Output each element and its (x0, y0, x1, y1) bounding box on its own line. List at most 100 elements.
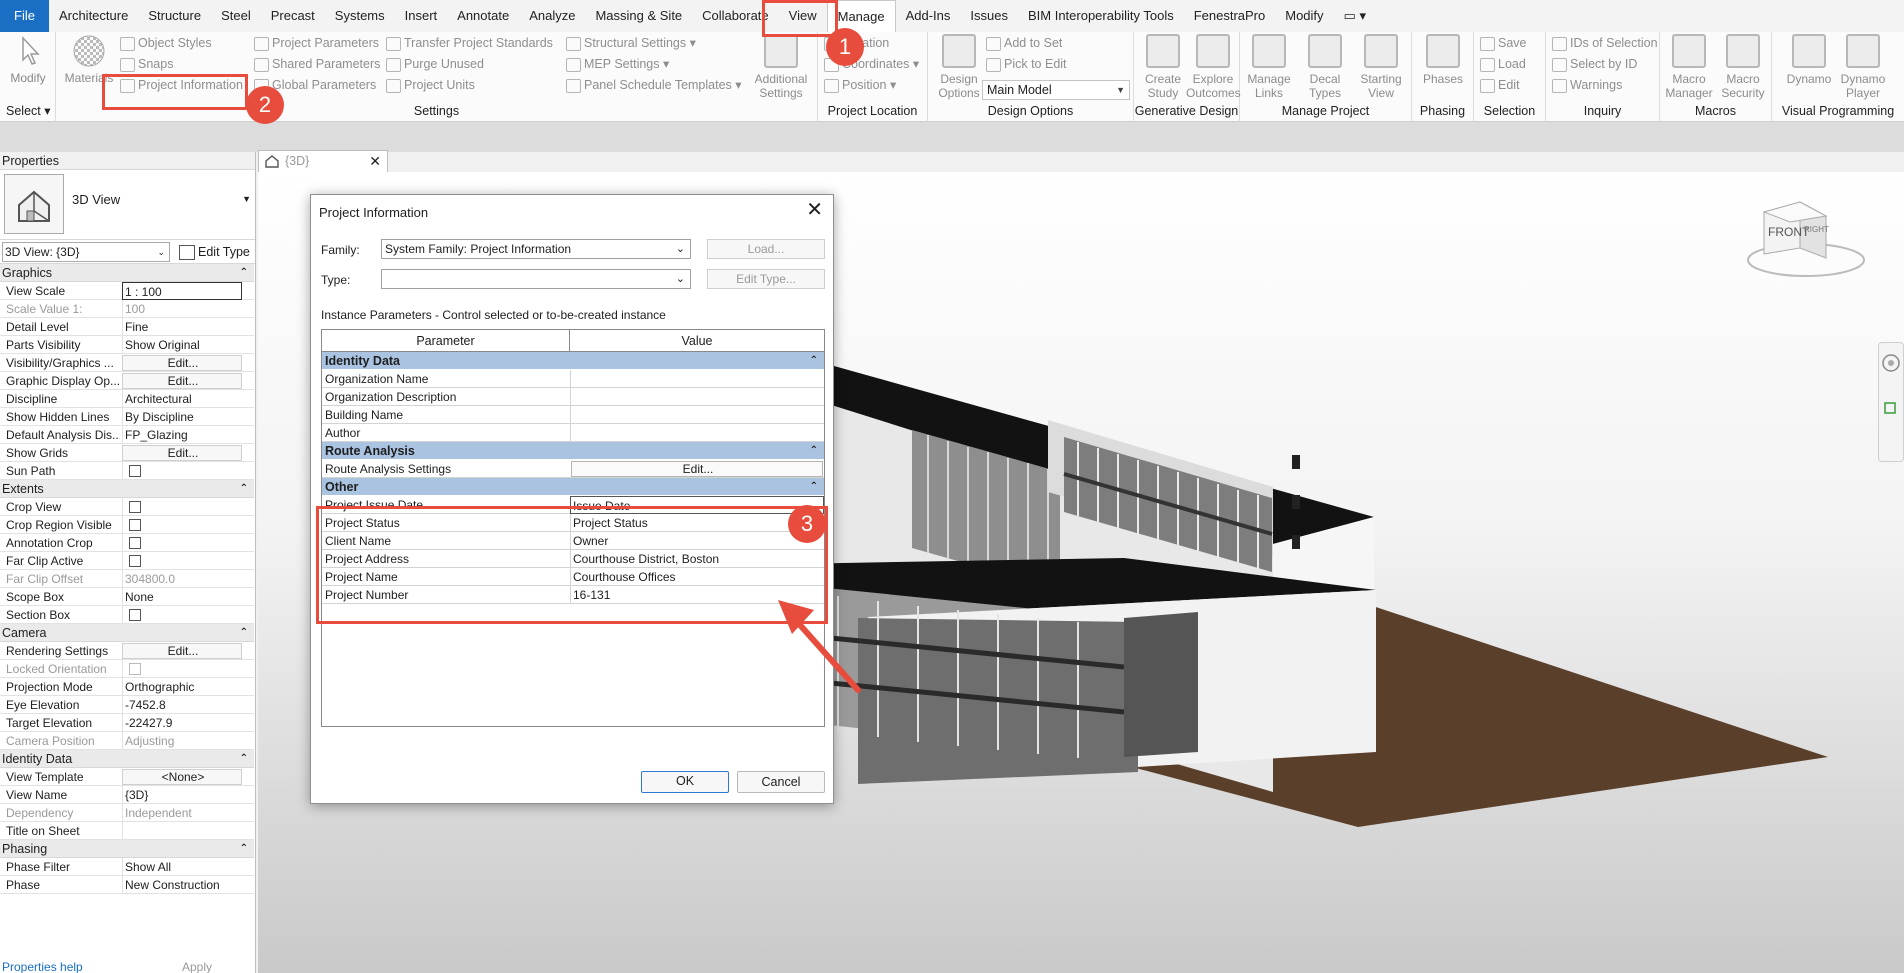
object-styles-button[interactable]: Object Styles (118, 33, 212, 53)
property-value[interactable]: Architectural (122, 390, 242, 408)
view-tab-3d[interactable]: {3D} ✕ (258, 150, 388, 172)
create-study-button[interactable]: Create Study (1136, 34, 1190, 100)
add-to-set-button[interactable]: Add to Set (984, 33, 1062, 53)
modify-button[interactable]: Modify (1, 34, 55, 85)
checkbox[interactable] (129, 555, 141, 567)
property-value[interactable]: Fine (122, 318, 242, 336)
menu-architecture[interactable]: Architecture (49, 0, 138, 32)
macro-security-button[interactable]: Macro Security (1716, 34, 1770, 100)
design-option-selector[interactable]: Main Model ▼ (982, 80, 1130, 100)
type-selector[interactable]: ⌄ (381, 269, 691, 289)
property-edit-button[interactable]: <None> (122, 769, 242, 785)
apply-button[interactable]: Apply (182, 961, 212, 973)
decal-types-button[interactable]: Decal Types (1298, 34, 1352, 100)
parameter-value-field[interactable] (570, 424, 824, 442)
menu-structure[interactable]: Structure (138, 0, 211, 32)
viewcube[interactable]: FRONT RIGHT (1736, 192, 1876, 295)
pick-to-edit-button[interactable]: Pick to Edit (984, 54, 1067, 74)
property-edit-button[interactable]: Edit... (122, 643, 242, 659)
dynamo-button[interactable]: Dynamo (1782, 34, 1836, 86)
load-selection-button[interactable]: Load (1478, 54, 1526, 74)
property-value[interactable]: FP_Glazing (122, 426, 242, 444)
checkbox[interactable] (129, 501, 141, 513)
property-value[interactable]: Show Original (122, 336, 242, 354)
property-value[interactable]: -7452.8 (122, 696, 242, 714)
edit-type-button[interactable]: Edit Type... (707, 269, 825, 289)
navigation-bar[interactable] (1878, 342, 1904, 462)
collapse-icon[interactable]: ⌃ (240, 264, 248, 282)
macro-manager-button[interactable]: Macro Manager (1662, 34, 1716, 100)
warnings-button[interactable]: Warnings (1550, 75, 1622, 95)
collapse-icon[interactable]: ⌃ (810, 478, 818, 496)
property-value[interactable] (122, 606, 242, 624)
manage-links-button[interactable]: Manage Links (1242, 34, 1296, 100)
property-value[interactable] (122, 498, 242, 516)
collapse-icon[interactable]: ⌃ (810, 352, 818, 370)
menu-massing-site[interactable]: Massing & Site (585, 0, 692, 32)
property-group-graphics[interactable]: Graphics ⌃ (0, 264, 254, 282)
collapse-icon[interactable]: ⌃ (240, 750, 248, 768)
parameter-edit-button[interactable]: Edit... (571, 461, 823, 477)
family-selector[interactable]: System Family: Project Information ⌄ (381, 239, 691, 259)
quick-access-dropdown-icon[interactable]: ▭ ▾ (1334, 0, 1376, 32)
position-button[interactable]: Position ▾ (822, 75, 896, 95)
dynamo-player-button[interactable]: Dynamo Player (1836, 34, 1890, 100)
cancel-button[interactable]: Cancel (737, 771, 825, 793)
property-edit-button[interactable]: Edit... (122, 445, 242, 461)
menu-modify[interactable]: Modify (1275, 0, 1333, 32)
purge-unused-button[interactable]: Purge Unused (384, 54, 484, 74)
property-group-camera[interactable]: Camera ⌃ (0, 624, 254, 642)
select-by-id-button[interactable]: Select by ID (1550, 54, 1637, 74)
close-icon[interactable]: ✕ (806, 199, 823, 221)
property-value[interactable] (122, 822, 242, 840)
menu-steel[interactable]: Steel (211, 0, 261, 32)
collapse-icon[interactable]: ⌃ (240, 480, 248, 498)
property-group-phasing[interactable]: Phasing ⌃ (0, 840, 254, 858)
property-value[interactable] (122, 462, 242, 480)
edit-type-button[interactable]: Edit Type (176, 242, 250, 262)
collapse-icon[interactable]: ⌃ (240, 624, 248, 642)
parameter-group-identity-data[interactable]: Identity Data ⌃ (322, 352, 824, 370)
collapse-icon[interactable]: ⌃ (810, 442, 818, 460)
load-button[interactable]: Load... (707, 239, 825, 259)
parameter-value-field[interactable] (570, 406, 824, 424)
structural-settings-button[interactable]: Structural Settings ▾ (564, 33, 696, 53)
transfer-project-standards-button[interactable]: Transfer Project Standards (384, 33, 553, 53)
properties-help-link[interactable]: Properties help (2, 960, 83, 973)
property-value[interactable]: New Construction (122, 876, 242, 894)
project-units-button[interactable]: Project Units (384, 75, 475, 95)
phases-button[interactable]: Phases (1416, 34, 1470, 86)
chevron-down-icon[interactable]: ▼ (242, 194, 251, 204)
starting-view-button[interactable]: Starting View (1354, 34, 1408, 100)
panel-title-select[interactable]: Select ▾ (0, 103, 55, 118)
property-group-identity-data[interactable]: Identity Data ⌃ (0, 750, 254, 768)
property-value[interactable]: Orthographic (122, 678, 242, 696)
checkbox[interactable] (129, 465, 141, 477)
menu-file[interactable]: File (0, 0, 49, 32)
property-value[interactable]: Show All (122, 858, 242, 876)
property-value[interactable]: {3D} (122, 786, 242, 804)
menu-bim-interoperability-tools[interactable]: BIM Interoperability Tools (1018, 0, 1184, 32)
collapse-icon[interactable]: ⌃ (240, 840, 248, 858)
parameter-group-route-analysis[interactable]: Route Analysis ⌃ (322, 442, 824, 460)
menu-issues[interactable]: Issues (960, 0, 1018, 32)
property-value[interactable] (122, 534, 242, 552)
ids-of-selection-button[interactable]: IDs of Selection (1550, 33, 1658, 53)
menu-systems[interactable]: Systems (325, 0, 395, 32)
menu-insert[interactable]: Insert (395, 0, 448, 32)
menu-annotate[interactable]: Annotate (447, 0, 519, 32)
panel-schedule-templates-button[interactable]: Panel Schedule Templates ▾ (564, 75, 742, 95)
instance-selector[interactable]: 3D View: {3D} ⌄ (2, 242, 170, 262)
ok-button[interactable]: OK (641, 771, 729, 793)
property-value[interactable] (122, 516, 242, 534)
property-value[interactable]: None (122, 588, 242, 606)
shared-parameters-button[interactable]: Shared Parameters (252, 54, 380, 74)
menu-fenestrapro[interactable]: FenestraPro (1184, 0, 1276, 32)
project-parameters-button[interactable]: Project Parameters (252, 33, 379, 53)
explore-outcomes-button[interactable]: Explore Outcomes (1186, 34, 1241, 100)
property-value[interactable] (122, 552, 242, 570)
property-value[interactable]: 1 : 100 (122, 282, 242, 300)
type-selector[interactable]: 3D View ▼ (0, 170, 255, 240)
edit-selection-button[interactable]: Edit (1478, 75, 1520, 95)
parameter-value-field[interactable] (570, 370, 824, 388)
